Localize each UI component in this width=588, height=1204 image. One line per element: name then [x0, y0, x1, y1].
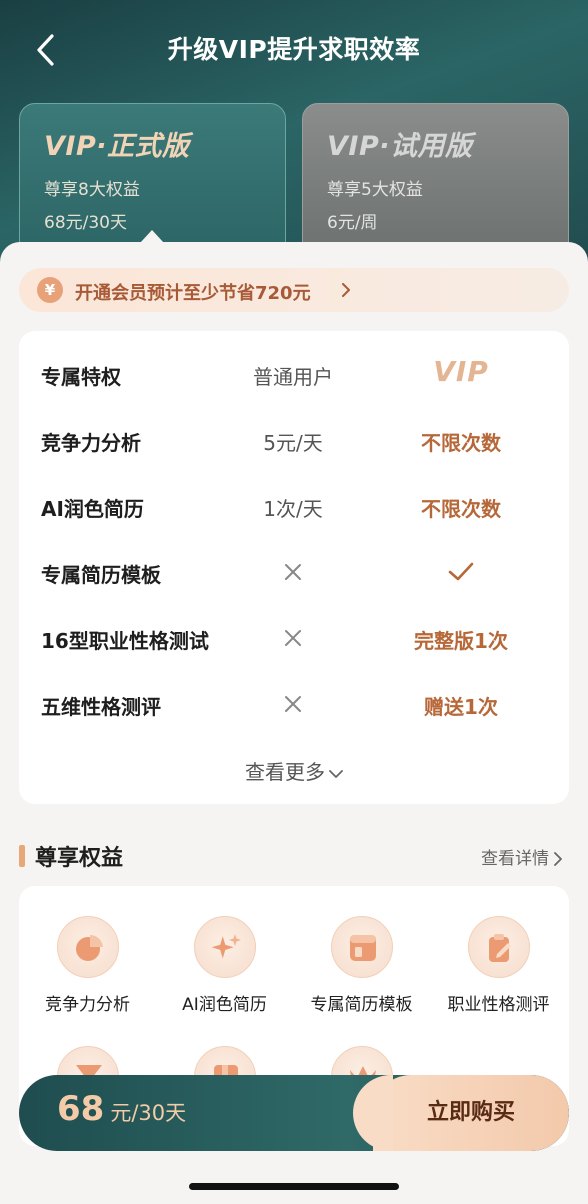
header-feature: 专属特权 [41, 365, 121, 389]
sparkle-icon [193, 916, 256, 978]
benefit-label: 专属简历模板 [310, 995, 413, 1015]
normal-value: 1次/天 [263, 497, 323, 521]
benefit-item[interactable]: 专属简历模板 [293, 916, 430, 1015]
feature-name: AI润色简历 [41, 497, 144, 521]
home-indicator [189, 1183, 399, 1190]
section-accent-bar [19, 845, 25, 867]
plan-name: VIP·正式版 [44, 131, 190, 162]
normal-value [203, 625, 383, 652]
price-unit: 元/30天 [110, 1101, 187, 1125]
header-vip: VIP [433, 355, 489, 388]
benefit-label: 竞争力分析 [45, 995, 130, 1015]
table-row: 16型职业性格测试 完整版1次 [19, 617, 569, 657]
benefit-label: 职业性格测评 [447, 995, 550, 1015]
pie-chart-icon [56, 916, 119, 978]
feature-name: 五维性格测评 [41, 695, 161, 719]
feature-name: 16型职业性格测试 [41, 629, 209, 653]
normal-value [203, 691, 383, 718]
chevron-right-icon [554, 852, 562, 866]
table-row: 专属简历模板 [19, 551, 569, 591]
plan-benefit: 尊享5大权益 [327, 180, 423, 200]
normal-value: 5元/天 [263, 431, 323, 455]
feature-name: 竞争力分析 [41, 431, 141, 455]
table-row: 五维性格测评 赠送1次 [19, 683, 569, 723]
page-title: 升级VIP提升求职效率 [167, 35, 421, 64]
section-title: 尊享权益 [35, 846, 124, 871]
view-details-link[interactable]: 查看详情 [481, 844, 563, 869]
plan-card-trial[interactable]: VIP·试用版 尊享5大权益 6元/周 [302, 103, 569, 263]
chevron-right-icon [342, 283, 350, 297]
clipboard-icon [467, 916, 530, 978]
benefits-section-header: 尊享权益 查看详情 [19, 838, 569, 872]
selected-plan-pointer [140, 230, 164, 243]
cross-icon [285, 630, 301, 646]
plan-benefit: 尊享8大权益 [44, 180, 140, 200]
coupon-icon: ¥ [37, 277, 63, 303]
cross-icon [285, 696, 301, 712]
check-icon [448, 562, 474, 581]
plan-name: VIP·试用版 [327, 131, 473, 162]
savings-banner[interactable]: ¥ 开通会员预计至少节省720元 [19, 268, 569, 312]
benefit-item[interactable]: 竞争力分析 [19, 916, 156, 1015]
table-header-row: 专属特权 普通用户 VIP [19, 353, 569, 393]
template-icon [330, 916, 393, 978]
chevron-down-icon [329, 769, 343, 778]
vip-value: 完整版1次 [414, 629, 508, 653]
vip-value: 赠送1次 [424, 695, 498, 719]
benefit-item[interactable]: AI润色简历 [156, 916, 293, 1015]
cross-icon [285, 564, 301, 580]
benefit-item[interactable]: 职业性格测评 [430, 916, 567, 1015]
vip-value: 不限次数 [421, 497, 501, 521]
feature-name: 专属简历模板 [41, 563, 161, 587]
table-row: AI润色简历 1次/天 不限次数 [19, 485, 569, 525]
purchase-bar: 68 元/30天 立即购买 [19, 1075, 569, 1151]
see-more-button[interactable]: 查看更多 [19, 756, 569, 785]
purchase-price: 68 元/30天 [57, 1089, 186, 1129]
table-row: 竞争力分析 5元/天 不限次数 [19, 419, 569, 459]
normal-value [203, 559, 383, 586]
nav-bar: 升级VIP提升求职效率 [0, 0, 588, 96]
buy-now-label: 立即购买 [426, 1100, 515, 1125]
vip-value: 不限次数 [421, 431, 501, 455]
price-amount: 68 [57, 1089, 105, 1129]
savings-text: 开通会员预计至少节省720元 [75, 283, 311, 304]
vip-value [371, 559, 551, 588]
benefit-label: AI润色简历 [182, 995, 267, 1015]
view-details-label: 查看详情 [481, 849, 549, 869]
see-more-label: 查看更多 [245, 760, 325, 784]
comparison-table: 专属特权 普通用户 VIP 竞争力分析 5元/天 不限次数 AI润色简历 1次/… [19, 331, 569, 804]
buy-now-button[interactable]: 立即购买 [353, 1075, 569, 1151]
header-normal-user: 普通用户 [253, 365, 333, 389]
plan-price: 6元/周 [327, 213, 378, 233]
